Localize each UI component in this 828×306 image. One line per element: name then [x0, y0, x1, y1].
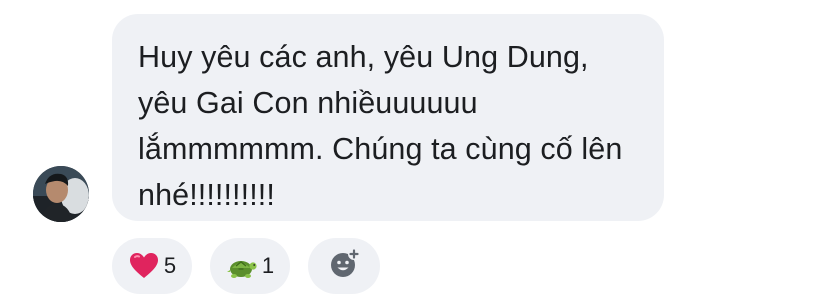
add-reaction-smiley-icon [327, 247, 361, 286]
message-text: Huy yêu các anh, yêu Ung Dung, yêu Gai C… [138, 40, 623, 212]
red-heart-icon [128, 250, 160, 282]
reaction-turtle-button[interactable]: 1 [210, 238, 290, 294]
reaction-count: 5 [163, 253, 177, 278]
reaction-heart-button[interactable]: 5 [112, 238, 192, 294]
avatar[interactable] [33, 166, 89, 222]
comment-row: Huy yêu các anh, yêu Ung Dung, yêu Gai C… [0, 0, 828, 306]
turtle-icon [226, 250, 258, 282]
add-reaction-button[interactable] [308, 238, 380, 294]
reaction-count: 1 [261, 253, 275, 278]
avatar-photo-icon [33, 166, 89, 222]
message-bubble[interactable]: Huy yêu các anh, yêu Ung Dung, yêu Gai C… [112, 14, 664, 221]
